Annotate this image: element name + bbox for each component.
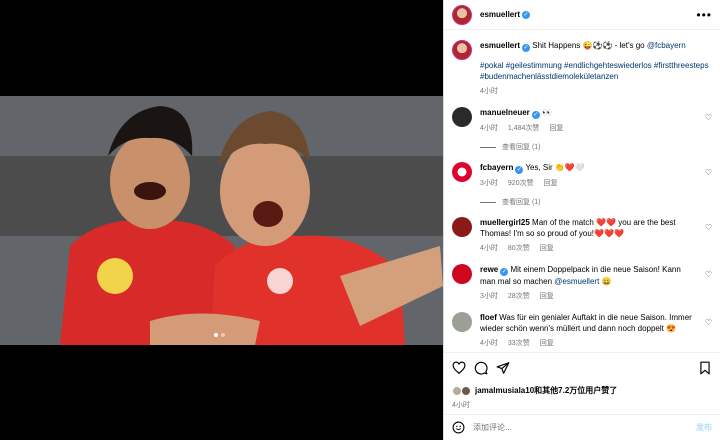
reply-button[interactable]: 回复 [540, 243, 554, 254]
reply-button[interactable]: 回复 [540, 291, 554, 302]
view-replies[interactable]: 查看回复 (1) [480, 197, 712, 207]
comment-text: Was für ein genialer Auftakt in die neue… [480, 313, 692, 333]
post-panel: esmuellert ✓ ••• esmuellert ✓ Shit Happen… [443, 0, 720, 440]
heart-icon[interactable]: ♡ [705, 113, 712, 134]
caption-time[interactable]: 4小时 [480, 86, 498, 97]
comment-mention[interactable]: @esmuellert [554, 277, 599, 286]
like-icon[interactable] [452, 361, 466, 375]
likes-text[interactable]: jamalmusiala10和其他7.2万位用户赞了 [475, 385, 617, 396]
verified-icon: ✓ [522, 44, 531, 52]
liker-avatar [461, 385, 471, 396]
comment-time[interactable]: 3小时 [480, 178, 498, 189]
comment-likes[interactable]: 33次赞 [508, 338, 530, 349]
more-options-icon[interactable]: ••• [696, 8, 712, 22]
comment-likes[interactable]: 28次赞 [508, 291, 530, 302]
verified-icon: ✓ [500, 268, 509, 276]
avatar[interactable] [452, 4, 472, 25]
comment-input[interactable] [473, 423, 688, 432]
comment-item: manuelneuer ✓ 👀 4小时 1,484次赞 回复 ♡ [452, 107, 712, 134]
post-time[interactable]: 4小时 [452, 400, 712, 410]
comment-time[interactable]: 4小时 [480, 243, 498, 254]
avatar[interactable] [452, 162, 472, 182]
carousel-dots [214, 333, 225, 337]
comment-time[interactable]: 4小时 [480, 123, 498, 134]
comment-username[interactable]: rewe [480, 265, 498, 274]
comment-emoji: 😀 [599, 277, 612, 286]
comment-username[interactable]: manuelneuer [480, 108, 530, 117]
comment-likes[interactable]: 1,484次赞 [508, 123, 540, 134]
verified-icon: ✓ [515, 166, 524, 174]
comment-item: rewe ✓ Mit einem Doppelpack in die neue S… [452, 264, 712, 302]
carousel-dot-active[interactable] [214, 333, 218, 337]
post-photo[interactable] [0, 96, 443, 345]
comment-likes[interactable]: 80次赞 [508, 243, 530, 254]
caption-hashtags[interactable]: #pokal #geilestimmung #endlichgehteswied… [480, 60, 712, 82]
header-username[interactable]: esmuellert [480, 10, 520, 19]
replies-line [480, 146, 496, 148]
comment-time[interactable]: 3小时 [480, 291, 498, 302]
comment-time[interactable]: 4小时 [480, 338, 498, 349]
heart-icon[interactable]: ♡ [705, 168, 712, 189]
caption-username[interactable]: esmuellert [480, 41, 520, 50]
avatar[interactable] [452, 312, 472, 332]
avatar[interactable] [452, 217, 472, 237]
comment-item: fcbayern ✓ Yes, Sir 👏❤️🤍 3小时 920次赞 回复 ♡ [452, 162, 712, 189]
carousel-dot[interactable] [221, 333, 225, 337]
comment-text: 👀 [542, 108, 552, 117]
avatar[interactable] [452, 40, 472, 60]
avatar[interactable] [452, 264, 472, 284]
verified-icon: ✓ [522, 10, 531, 19]
bookmark-icon[interactable] [698, 361, 712, 375]
caption-mention[interactable]: @fcbayern [647, 41, 686, 50]
caption-meta: 4小时 [480, 86, 712, 97]
post-header: esmuellert ✓ ••• [444, 0, 720, 30]
avatar[interactable] [452, 107, 472, 127]
comment-text: Yes, Sir 👏❤️🤍 [525, 163, 585, 172]
emoji-icon[interactable] [452, 421, 465, 434]
likes-summary[interactable]: jamalmusiala10和其他7.2万位用户赞了 [452, 385, 712, 396]
caption-text: Shit Happens 😜⚽⚽ - let's go [532, 41, 647, 50]
replies-line [480, 201, 496, 203]
view-replies-label[interactable]: 查看回复 (1) [502, 197, 541, 207]
comment-item: muellergirl25 Man of the match ❤️❤️ you … [452, 217, 712, 254]
caption: esmuellert ✓ Shit Happens 😜⚽⚽ - let's go … [452, 40, 712, 97]
reply-button[interactable]: 回复 [540, 338, 554, 349]
reply-button[interactable]: 回复 [544, 178, 558, 189]
comment-username[interactable]: fcbayern [480, 163, 513, 172]
photo-players-illustration [0, 96, 443, 345]
post-button[interactable]: 发布 [696, 422, 712, 433]
verified-icon: ✓ [531, 111, 540, 119]
add-comment-bar: 发布 [444, 414, 720, 440]
view-replies-label[interactable]: 查看回复 (1) [502, 142, 541, 152]
heart-icon[interactable]: ♡ [705, 270, 712, 302]
reply-button[interactable]: 回复 [549, 123, 563, 134]
comments-list[interactable]: esmuellert ✓ Shit Happens 😜⚽⚽ - let's go … [444, 30, 720, 352]
media-pane [0, 0, 443, 440]
heart-icon[interactable]: ♡ [705, 223, 712, 254]
heart-icon[interactable]: ♡ [705, 318, 712, 349]
share-icon[interactable] [496, 361, 510, 375]
action-icons [452, 361, 712, 375]
comment-likes[interactable]: 920次赞 [508, 178, 534, 189]
comment-item: floef Was für ein genialer Auftakt in di… [452, 312, 712, 349]
comment-username[interactable]: muellergirl25 [480, 218, 530, 227]
comment-username[interactable]: floef [480, 313, 497, 322]
view-replies[interactable]: 查看回复 (1) [480, 142, 712, 152]
comment-icon[interactable] [474, 361, 488, 375]
